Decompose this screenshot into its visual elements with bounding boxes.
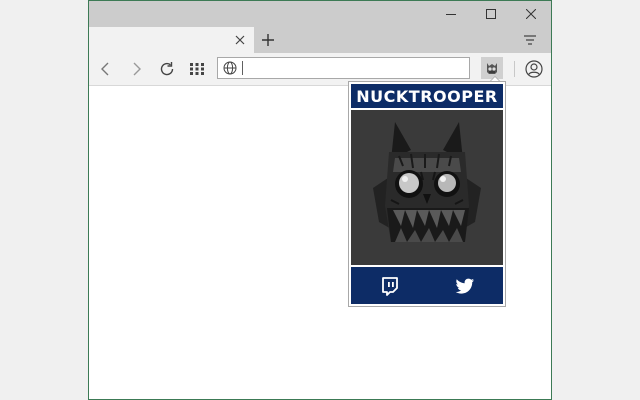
new-tab-icon[interactable]: [261, 33, 275, 47]
profile-icon[interactable]: [525, 60, 543, 78]
maximize-button[interactable]: [471, 1, 511, 27]
minimize-button[interactable]: [431, 1, 471, 27]
popup-artwork: [351, 110, 503, 265]
skull-mask-icon: [373, 122, 481, 242]
address-input[interactable]: [246, 59, 464, 77]
minimize-icon: [446, 14, 456, 15]
apps-grid-icon[interactable]: [189, 61, 205, 77]
back-icon[interactable]: [97, 61, 113, 77]
popup-social-bar: [351, 267, 503, 304]
close-window-button[interactable]: [511, 1, 551, 27]
twitter-bird-icon[interactable]: [455, 276, 475, 296]
close-icon: [526, 9, 536, 19]
title-bar: [89, 1, 551, 27]
tab-strip: [89, 27, 551, 53]
tab-list-icon[interactable]: [523, 34, 537, 46]
toolbar-divider: [514, 61, 515, 77]
maximize-icon: [486, 9, 496, 19]
window-controls: [431, 1, 551, 27]
popup-title: NUCKTROOPER: [351, 84, 503, 108]
forward-icon[interactable]: [129, 61, 145, 77]
text-cursor: [242, 61, 243, 75]
active-tab[interactable]: [89, 27, 254, 53]
extension-popup: NUCKTROOPER: [348, 81, 506, 307]
twitch-icon[interactable]: [380, 276, 400, 296]
address-bar[interactable]: [217, 57, 470, 79]
tab-close-icon[interactable]: [234, 34, 246, 46]
skull-mask-icon: [487, 63, 497, 74]
refresh-icon[interactable]: [159, 61, 175, 77]
globe-icon: [223, 61, 237, 75]
